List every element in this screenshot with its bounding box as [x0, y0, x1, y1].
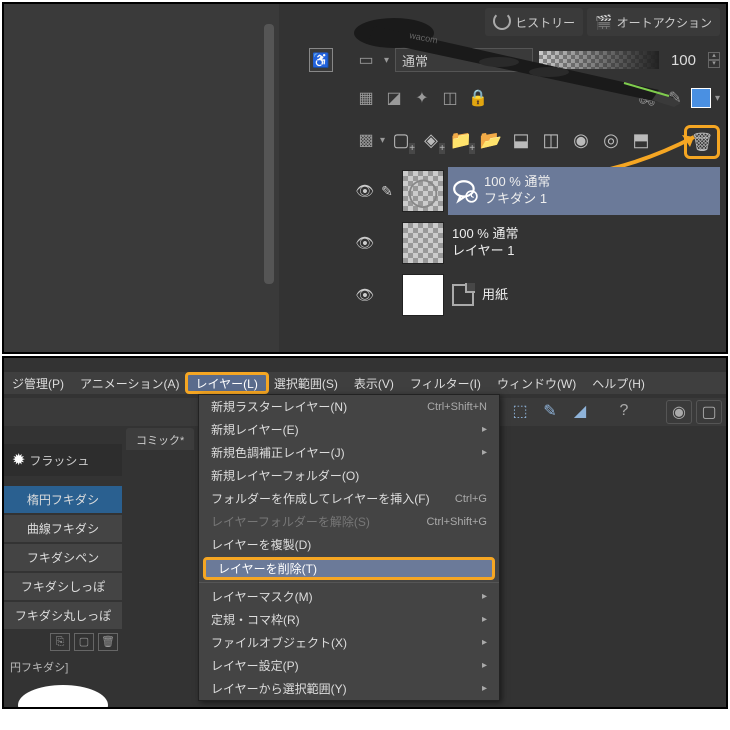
menu-window[interactable]: ウィンドウ(W): [489, 372, 584, 394]
layer-thumbnail[interactable]: [402, 274, 444, 316]
balloon-layer-icon: [452, 178, 478, 204]
document-tab[interactable]: コミック*: [126, 428, 194, 450]
chevron-down-icon[interactable]: ▾: [380, 135, 385, 146]
opacity-value: 100: [665, 52, 702, 69]
apply-mask-icon[interactable]: ◎: [597, 126, 625, 154]
chevron-down-icon[interactable]: ▾: [715, 93, 720, 104]
tool-ellipse-balloon[interactable]: 楕円フキダシ: [4, 486, 122, 513]
folder-insert-icon[interactable]: 📂: [477, 126, 505, 154]
dd-separator: [199, 582, 499, 583]
edit-indicator[interactable]: ✎: [376, 183, 398, 200]
history-tab[interactable]: ヒストリー: [485, 8, 583, 36]
delete-layer-button[interactable]: 🗑: [684, 125, 720, 159]
blend-mode-dropdown[interactable]: 通常: [395, 48, 533, 72]
menu-view[interactable]: 表示(V): [346, 372, 402, 394]
menubar: ジ管理(P) アニメーション(A) レイヤー(L) 選択範囲(S) 表示(V) …: [4, 372, 726, 394]
qa-icon-3[interactable]: ◢: [568, 400, 592, 422]
draft-icon[interactable]: ◫: [438, 86, 462, 110]
tool-balloon-round-tail[interactable]: フキダシ丸しっぽ: [4, 602, 122, 629]
mask-icon[interactable]: ◉: [567, 126, 595, 154]
subtool-header[interactable]: ✹フラッシュ: [4, 444, 122, 476]
checker-icon[interactable]: ▦: [354, 86, 378, 110]
add-subtool-icon[interactable]: ▢: [74, 633, 94, 651]
menu-layer[interactable]: レイヤー(L): [185, 372, 269, 394]
effect-icon[interactable]: ✎: [663, 86, 687, 110]
lock-icon[interactable]: 🔒: [466, 86, 490, 110]
visibility-toggle[interactable]: 👁: [354, 234, 376, 252]
menu-page-manage[interactable]: ジ管理(P): [4, 372, 72, 394]
layer-menu-dropdown: 新規ラスターレイヤー(N)Ctrl+Shift+N 新規レイヤー(E)▸ 新規色…: [198, 394, 500, 701]
menu-selection[interactable]: 選択範囲(S): [266, 372, 346, 394]
new-raster-icon[interactable]: ▢+: [387, 126, 415, 154]
duplicate-subtool-icon[interactable]: ⎘: [50, 633, 70, 651]
opacity-slider[interactable]: [539, 51, 659, 69]
menu-filter[interactable]: フィルター(I): [402, 372, 489, 394]
link-icon[interactable]: 🖇: [635, 86, 659, 110]
page-icon[interactable]: ▭: [354, 48, 378, 72]
autoaction-tab[interactable]: 🎬オートアクション: [587, 8, 720, 36]
layer-thumbnail[interactable]: [402, 222, 444, 264]
visibility-toggle[interactable]: 👁: [354, 286, 376, 304]
vertical-scrollbar[interactable]: [264, 24, 274, 284]
new-doc-icon[interactable]: ▢: [696, 400, 722, 424]
tool-curve-balloon[interactable]: 曲線フキダシ: [4, 515, 122, 542]
dd-delete-layer[interactable]: レイヤーを削除(T): [203, 557, 495, 580]
dd-layer-settings[interactable]: レイヤー設定(P)▸: [199, 654, 499, 677]
qa-icon-2[interactable]: ✎: [538, 400, 562, 422]
dd-selection-from-layer[interactable]: レイヤーから選択範囲(Y)▸: [199, 677, 499, 700]
qa-help-icon[interactable]: ?: [612, 400, 636, 422]
layer-row-paper[interactable]: 用紙: [448, 271, 720, 319]
menu-help[interactable]: ヘルプ(H): [584, 372, 653, 394]
dd-ruler-frame[interactable]: 定規・コマ枠(R)▸: [199, 608, 499, 631]
dd-new-raster-layer[interactable]: 新規ラスターレイヤー(N)Ctrl+Shift+N: [199, 395, 499, 418]
dd-new-layer-folder[interactable]: 新規レイヤーフォルダー(O): [199, 464, 499, 487]
menu-animation[interactable]: アニメーション(A): [72, 372, 188, 394]
dd-create-folder-insert[interactable]: フォルダーを作成してレイヤーを挿入(F)Ctrl+G: [199, 487, 499, 510]
tool-property-label: 円フキダシ]: [4, 655, 122, 679]
accessibility-icon[interactable]: ♿: [309, 48, 333, 72]
tool-balloon-tail[interactable]: フキダシしっぽ: [4, 573, 122, 600]
dd-duplicate-layer[interactable]: レイヤーを複製(D): [199, 533, 499, 556]
checker2-icon[interactable]: ▩: [354, 128, 378, 152]
new-vector-icon[interactable]: ◈+: [417, 126, 445, 154]
change-color-icon[interactable]: ⬒: [627, 126, 655, 154]
clip-icon[interactable]: ◪: [382, 86, 406, 110]
ref-icon[interactable]: ✦: [410, 86, 434, 110]
layer-color-swatch[interactable]: [691, 88, 711, 108]
merge-down-icon[interactable]: ⬓: [507, 126, 535, 154]
delete-subtool-icon[interactable]: 🗑: [98, 633, 118, 651]
dd-layer-mask[interactable]: レイヤーマスク(M)▸: [199, 585, 499, 608]
dd-ungroup-folder: レイヤーフォルダーを解除(S)Ctrl+Shift+G: [199, 510, 499, 533]
subtool-palette: ✹フラッシュ 楕円フキダシ 曲線フキダシ フキダシペン フキダシしっぽ フキダシ…: [4, 444, 122, 709]
paper-layer-icon: [452, 284, 474, 306]
clip-studio-icon[interactable]: ◉: [666, 400, 692, 424]
tool-balloon-pen[interactable]: フキダシペン: [4, 544, 122, 571]
qa-icon-1[interactable]: ⬚: [508, 400, 532, 422]
visibility-toggle[interactable]: 👁: [354, 182, 376, 200]
dd-new-correction-layer[interactable]: 新規色調補正レイヤー(J)▸: [199, 441, 499, 464]
layer-list: 👁 ✎ ◯ 100 % 通常フキダシ 1 👁 100 % 通常レイヤー 1 👁 …: [354, 166, 720, 322]
dd-file-object[interactable]: ファイルオブジェクト(X)▸: [199, 631, 499, 654]
layer-row-raster[interactable]: 100 % 通常レイヤー 1: [448, 219, 720, 267]
combine-icon[interactable]: ◫: [537, 126, 565, 154]
new-folder-icon[interactable]: 📁+: [447, 126, 475, 154]
opacity-stepper[interactable]: ▴▾: [708, 52, 720, 68]
balloon-shape-preview[interactable]: [18, 685, 108, 709]
chevron-down-icon[interactable]: ▾: [384, 55, 389, 66]
layer-row-balloon[interactable]: 100 % 通常フキダシ 1: [448, 167, 720, 215]
canvas-area: [4, 4, 279, 352]
layer-thumbnail[interactable]: ◯: [402, 170, 444, 212]
dd-new-layer[interactable]: 新規レイヤー(E)▸: [199, 418, 499, 441]
